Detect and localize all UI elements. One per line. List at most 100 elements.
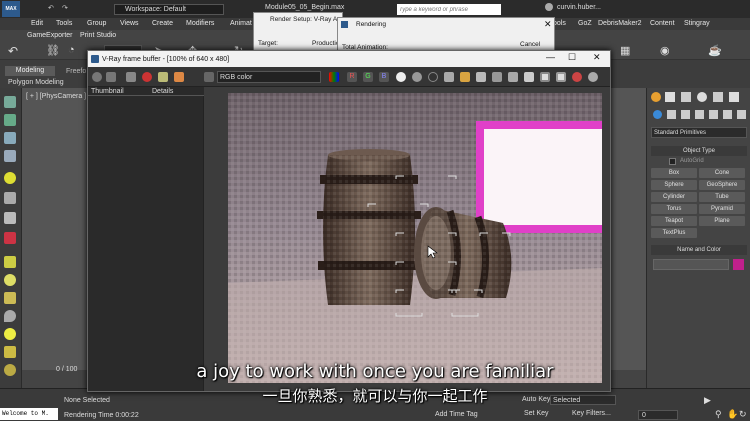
shapes-icon[interactable]: [667, 110, 676, 119]
systems-icon[interactable]: [737, 110, 746, 119]
white-icon[interactable]: [396, 72, 406, 82]
menu-views[interactable]: Views: [120, 20, 139, 27]
close-icon[interactable]: ✕: [544, 19, 552, 30]
tab-modeling[interactable]: Modeling: [5, 66, 55, 76]
primitives-dropdown[interactable]: Standard Primitives: [651, 127, 747, 138]
spacewarps-icon[interactable]: [723, 110, 732, 119]
render-icon[interactable]: ☕: [708, 44, 722, 57]
layers-icon[interactable]: [444, 72, 454, 82]
camera-icon[interactable]: [4, 192, 16, 204]
teapot-icon[interactable]: [4, 96, 16, 108]
compare-icon[interactable]: [158, 72, 168, 82]
plane-button[interactable]: Plane: [699, 216, 745, 226]
save-icon[interactable]: [126, 72, 136, 82]
render-teapot-icon[interactable]: [588, 72, 598, 82]
sun-icon[interactable]: [4, 328, 16, 340]
motion-tab-icon[interactable]: [697, 92, 707, 102]
green-channel-button[interactable]: G: [363, 72, 373, 82]
cylinder-button[interactable]: Cylinder: [651, 192, 697, 202]
helpers-icon[interactable]: [709, 110, 718, 119]
sound-icon[interactable]: [4, 212, 16, 224]
set-key-button[interactable]: Set Key: [524, 410, 549, 417]
redo-icon[interactable]: ↷: [62, 4, 68, 12]
sphere-button[interactable]: Sphere: [651, 180, 697, 190]
teapot-button[interactable]: Teapot: [651, 216, 697, 226]
menu-content[interactable]: Content: [650, 20, 675, 27]
menu-edit[interactable]: Edit: [31, 20, 43, 27]
material-editor-icon[interactable]: ◉: [660, 44, 670, 57]
utilities-tab-icon[interactable]: [729, 92, 739, 102]
object-color-swatch[interactable]: [733, 259, 744, 270]
light-icon[interactable]: [4, 172, 16, 184]
ribbon-polygon-modeling[interactable]: Polygon Modeling: [8, 79, 64, 86]
add-time-tag-button[interactable]: Add Time Tag: [435, 411, 478, 418]
rendering-dialog[interactable]: Rendering ✕ Total Animation: Cancel: [337, 17, 555, 53]
textplus-button[interactable]: TextPlus: [651, 228, 697, 238]
menu-animation[interactable]: Animat: [230, 20, 252, 27]
user-name[interactable]: curvin.huber...: [557, 4, 601, 11]
menu-debrismaker[interactable]: DebrisMaker2: [598, 20, 642, 27]
box-icon[interactable]: [4, 256, 16, 268]
minimize-icon[interactable]: —: [546, 52, 555, 62]
menu-stingray[interactable]: Stingray: [684, 20, 710, 27]
maxscript-listener[interactable]: Welcome to M.: [0, 408, 58, 420]
record-icon[interactable]: [142, 72, 152, 82]
hierarchy-tab-icon[interactable]: [681, 92, 691, 102]
cancel-button[interactable]: Cancel: [520, 41, 540, 48]
display-tab-icon[interactable]: [713, 92, 723, 102]
lens-effects-icon[interactable]: [524, 72, 534, 82]
alpha-icon[interactable]: [412, 72, 422, 82]
curve-editor-icon[interactable]: ▦: [620, 44, 630, 57]
crosshair-icon[interactable]: [508, 72, 518, 82]
close-icon[interactable]: ✕: [593, 52, 601, 63]
channel-dropdown[interactable]: RGB color: [217, 71, 321, 83]
torus-button[interactable]: Torus: [651, 204, 697, 214]
render-image[interactable]: [228, 93, 602, 383]
geometry-icon[interactable]: [653, 110, 662, 119]
menu-goz[interactable]: GoZ: [578, 20, 592, 27]
sphere-icon[interactable]: [4, 274, 16, 286]
name-color-header[interactable]: Name and Color: [651, 245, 747, 255]
create-tab-icon[interactable]: [651, 92, 661, 102]
cone-button[interactable]: Cone: [699, 168, 745, 178]
stop-render-icon[interactable]: [572, 72, 582, 82]
cylinder-icon[interactable]: [4, 292, 16, 304]
cameras-icon[interactable]: [695, 110, 704, 119]
link-icon[interactable]: ⛓: [46, 44, 60, 57]
region-icon[interactable]: [540, 72, 550, 82]
lights-icon[interactable]: [681, 110, 690, 119]
layer-icon[interactable]: [4, 132, 16, 144]
menu-tools[interactable]: Tools: [56, 20, 72, 27]
frame-spinner[interactable]: 0: [638, 410, 678, 420]
clear-icon[interactable]: [476, 72, 486, 82]
undo-icon[interactable]: ↶: [48, 4, 54, 12]
autogrid-checkbox[interactable]: [669, 158, 676, 165]
search-input[interactable]: [397, 4, 501, 15]
color-corrections-icon[interactable]: [329, 72, 339, 82]
list-icon[interactable]: [4, 150, 16, 162]
history-col-details[interactable]: Details: [152, 88, 173, 95]
red-channel-button[interactable]: R: [347, 72, 357, 82]
box-button[interactable]: Box: [651, 168, 697, 178]
tab-freeform[interactable]: Freefo: [66, 68, 86, 75]
menu-group[interactable]: Group: [87, 20, 106, 27]
folder-icon[interactable]: [460, 72, 470, 82]
drop-icon[interactable]: [4, 310, 16, 322]
user-icon[interactable]: [545, 3, 553, 11]
pan-icon[interactable]: ✋: [727, 409, 738, 420]
zoom-icon[interactable]: ⚲: [715, 409, 722, 420]
bind-icon[interactable]: ◔: [68, 44, 75, 56]
mono-icon[interactable]: [428, 72, 438, 82]
tube-button[interactable]: Tube: [699, 192, 745, 202]
menu-print-studio[interactable]: Print Studio: [80, 32, 116, 39]
history-col-thumbnail[interactable]: Thumbnail: [91, 88, 124, 95]
power-icon[interactable]: [92, 72, 102, 82]
region-render-icon[interactable]: [556, 72, 566, 82]
object-icon[interactable]: [4, 114, 16, 126]
pyramid-button[interactable]: Pyramid: [699, 204, 745, 214]
maximize-icon[interactable]: ☐: [568, 52, 576, 63]
object-name-field[interactable]: [653, 259, 729, 270]
workspace-dropdown[interactable]: Workspace: Default: [114, 4, 224, 15]
grid-icon[interactable]: [106, 72, 116, 82]
blue-channel-button[interactable]: B: [379, 72, 389, 82]
